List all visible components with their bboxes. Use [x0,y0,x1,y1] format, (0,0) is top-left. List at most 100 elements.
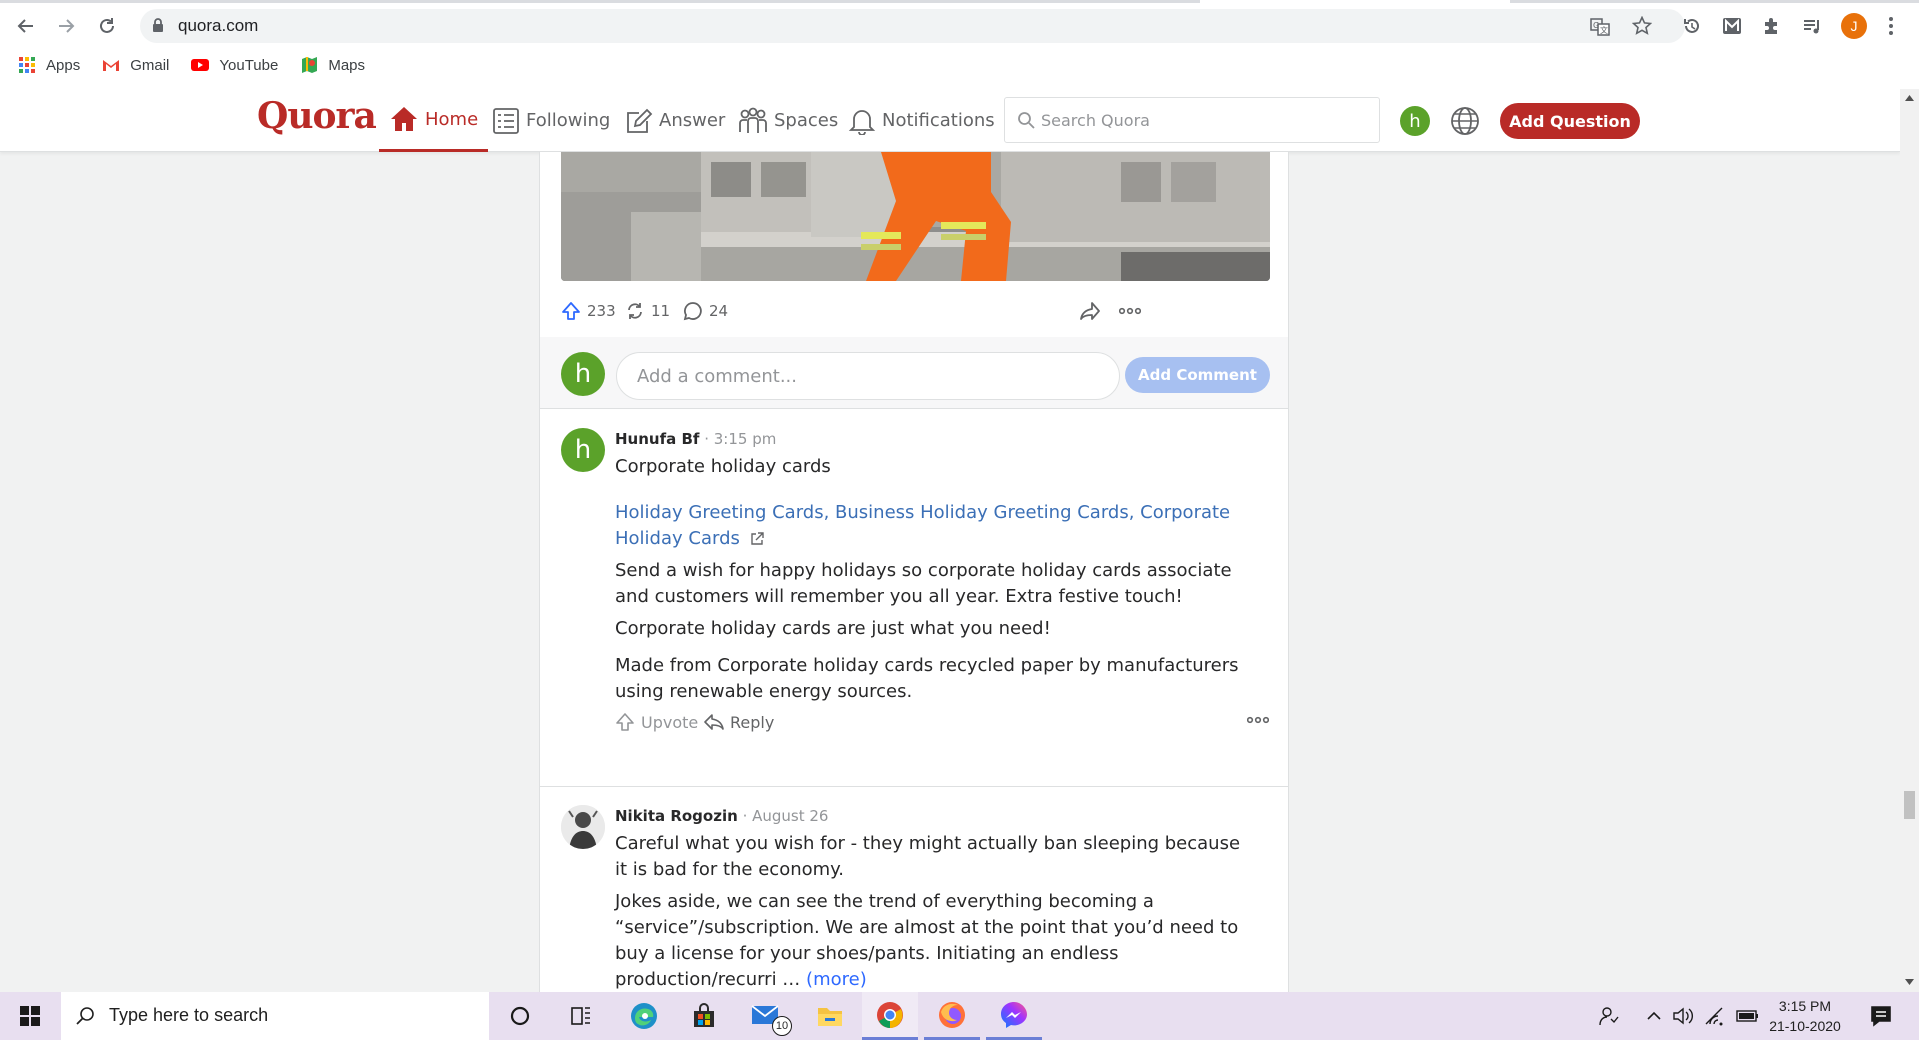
store-taskbar-button[interactable] [676,992,732,1040]
comment-timestamp: · 3:15 pm [704,430,777,448]
back-button[interactable] [12,12,40,40]
comments-button[interactable]: 24 [683,296,728,326]
forward-button[interactable] [52,12,80,40]
youtube-icon [191,59,210,71]
bookmarks-bar: Apps Gmail YouTube Maps [0,52,369,78]
bookmark-maps[interactable]: Maps [300,56,365,74]
globe-language-icon[interactable] [1449,105,1481,137]
mendeley-extension-icon[interactable] [1719,13,1745,39]
translate-icon[interactable]: G文 [1590,17,1610,37]
answer-action-bar: 233 11 24 [561,296,1270,326]
reshare-count: 11 [651,302,671,320]
comment-paragraph: Corporate holiday cards [615,456,831,477]
bookmark-label: YouTube [219,56,279,74]
task-view-button[interactable] [553,992,609,1040]
upvote-button[interactable]: 233 [561,296,616,326]
more-dots-icon [1247,716,1269,724]
share-arrow-icon [1080,302,1100,320]
comment-links[interactable]: Holiday Greeting Cards, Business Holiday… [615,500,1255,552]
comment-timestamp: · August 26 [742,807,829,825]
tab-following[interactable]: Following [492,89,610,152]
quora-search-box[interactable] [1004,97,1380,143]
volume-icon[interactable] [1672,1006,1694,1026]
url-text: quora.com [178,16,259,35]
quora-logo[interactable]: Quora [257,95,377,137]
bookmark-gmail[interactable]: Gmail [102,56,169,74]
scrollbar-thumb[interactable] [1904,791,1915,819]
start-button[interactable] [2,992,58,1040]
bookmark-star-icon[interactable] [1632,16,1652,36]
taskbar-clock[interactable]: 3:15 PM 21-10-2020 [1760,996,1850,1036]
comment-more-button[interactable] [1247,716,1269,724]
tab-home[interactable]: Home [379,89,489,152]
tab-spaces[interactable]: Spaces [738,89,838,152]
home-icon [391,107,417,131]
profile-avatar[interactable]: J [1841,13,1867,39]
messenger-icon [1001,1001,1027,1028]
comment-author-name[interactable]: Hunufa Bf [615,430,699,448]
add-comment-button[interactable]: Add Comment [1125,357,1270,393]
answer-more-button[interactable] [1119,296,1141,326]
clock-date: 21-10-2020 [1769,1018,1841,1034]
folder-icon [818,1008,842,1026]
comment-author-avatar[interactable] [561,805,605,849]
comment-author-line: Hunufa Bf · 3:15 pm [615,430,776,448]
extensions-puzzle-icon[interactable] [1759,13,1785,39]
comment-upvote-button[interactable]: Upvote [615,712,698,732]
file-explorer-taskbar-button[interactable] [802,992,858,1040]
bookmark-youtube[interactable]: YouTube [191,56,278,74]
tab-answer[interactable]: Answer [625,89,725,152]
media-playlist-icon[interactable] [1799,13,1825,39]
tray-expand-chevron-icon[interactable] [1646,1008,1662,1024]
people-icon[interactable] [1598,1005,1620,1027]
mail-taskbar-button[interactable]: 10 [740,992,796,1040]
reload-button[interactable] [93,12,121,40]
comment-reply-button[interactable]: Reply [704,712,774,732]
bookmark-apps[interactable]: Apps [18,56,80,74]
comment-author-name[interactable]: Nikita Rogozin [615,807,738,825]
comment-link-text[interactable]: Holiday Greeting Cards, Business Holiday… [615,502,1230,549]
reply-arrow-icon [704,714,724,730]
search-input[interactable] [1039,108,1359,132]
more-dots-icon [1119,307,1141,315]
action-center-button[interactable] [1853,992,1909,1040]
messenger-taskbar-button[interactable] [986,992,1042,1040]
svg-text:文: 文 [1600,25,1608,35]
search-icon [1018,112,1035,129]
wifi-icon[interactable] [1704,1006,1726,1026]
upvote-arrow-icon [562,302,580,320]
share-button[interactable] [1079,296,1101,326]
store-bag-icon [694,1003,714,1027]
read-more-link[interactable]: (more) [806,969,867,990]
chrome-taskbar-button[interactable] [862,992,918,1040]
history-extension-icon[interactable] [1679,13,1705,39]
mail-unread-badge: 10 [772,1016,792,1036]
chrome-menu-icon[interactable] [1885,13,1897,39]
firefox-taskbar-button[interactable] [924,992,980,1040]
chrome-browser-icon [877,1001,903,1028]
address-bar[interactable]: quora.com G文 [140,9,1685,43]
windows-logo-icon [20,1006,40,1026]
comment-input[interactable] [616,352,1120,400]
page-scrollbar[interactable] [1900,89,1919,992]
browser-chrome: quora.com G文 J Apps Gmail YouTube Maps [0,0,1919,89]
add-question-button[interactable]: Add Question [1500,103,1640,139]
comment-upvote-label: Upvote [641,712,699,732]
scroll-up-arrow-icon[interactable] [1905,95,1914,101]
battery-icon[interactable] [1736,1009,1760,1023]
edge-taskbar-button[interactable] [616,992,672,1040]
taskbar-search-box[interactable]: Type here to search [61,992,489,1040]
user-avatar[interactable]: h [1400,106,1430,136]
gmail-icon [103,60,120,71]
tab-label: Home [425,108,479,130]
upvote-count: 233 [587,302,616,320]
upvote-arrow-icon [616,713,634,731]
comment-count: 24 [709,302,729,320]
share-reshare-button[interactable]: 11 [625,296,670,326]
back-arrow-icon [17,19,33,33]
scroll-down-arrow-icon[interactable] [1905,979,1914,985]
comment-author-avatar[interactable]: h [561,428,605,472]
tab-notifications[interactable]: Notifications [848,89,995,152]
cortana-button[interactable] [492,992,548,1040]
notification-center-icon [1871,1006,1891,1027]
